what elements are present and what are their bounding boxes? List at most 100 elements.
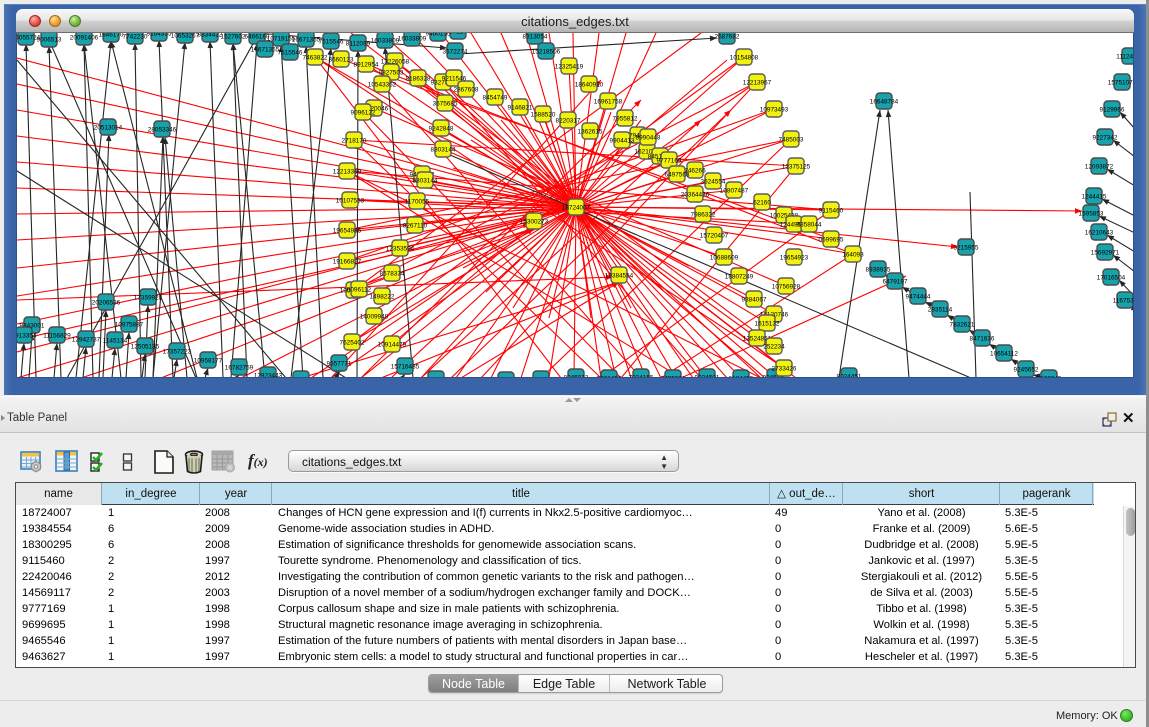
- svg-text:15716485: 15716485: [391, 363, 420, 370]
- svg-text:12093872: 12093872: [1085, 163, 1114, 170]
- svg-text:10914479: 10914479: [378, 341, 407, 348]
- svg-text:1167534: 1167534: [1113, 297, 1134, 304]
- svg-text:16210643: 16210643: [1085, 229, 1114, 236]
- svg-text:10756928: 10756928: [772, 283, 801, 290]
- svg-text:7986322: 7986322: [691, 211, 716, 218]
- svg-text:9031455: 9031455: [597, 375, 622, 378]
- svg-text:8578334: 8578334: [380, 270, 405, 277]
- svg-text:16671355: 16671355: [251, 46, 280, 53]
- svg-text:10688609: 10688609: [710, 254, 739, 261]
- svg-text:7485003: 7485003: [779, 136, 804, 143]
- svg-text:17357223: 17357223: [163, 348, 192, 355]
- svg-text:0699695: 0699695: [819, 236, 844, 243]
- svg-text:7625402: 7625402: [340, 339, 365, 346]
- svg-text:15300273: 15300273: [520, 218, 549, 225]
- svg-text:3215955: 3215955: [954, 244, 979, 251]
- svg-text:18724007: 18724007: [562, 204, 591, 211]
- svg-text:9827503: 9827503: [379, 69, 404, 76]
- svg-text:8660123: 8660123: [329, 56, 354, 63]
- svg-text:9133045: 9133045: [1037, 375, 1062, 378]
- svg-text:1646170: 1646170: [99, 33, 124, 38]
- svg-text:16033809: 16033809: [371, 37, 400, 44]
- svg-text:6479197: 6479197: [883, 278, 908, 285]
- svg-text:9096112: 9096112: [347, 286, 372, 293]
- svg-text:3913354: 3913354: [17, 332, 37, 339]
- svg-text:10653267: 10653267: [171, 33, 200, 39]
- svg-text:8245012: 8245012: [564, 374, 589, 378]
- svg-text:1244415: 1244415: [1082, 193, 1107, 200]
- svg-text:8471636: 8471636: [970, 335, 995, 342]
- svg-text:10958177: 10958177: [194, 357, 223, 364]
- svg-text:10975887: 10975887: [115, 321, 144, 328]
- svg-text:9096122: 9096122: [351, 109, 376, 116]
- svg-text:19384554: 19384554: [605, 272, 634, 279]
- svg-text:9006513: 9006513: [37, 36, 62, 43]
- svg-text:2935114: 2935114: [928, 306, 953, 313]
- svg-text:9227342: 9227342: [1093, 134, 1118, 141]
- svg-text:10154808: 10154808: [730, 54, 759, 61]
- svg-text:9311450: 9311450: [529, 376, 554, 378]
- svg-text:9657771: 9657771: [327, 360, 352, 367]
- svg-text:9474444: 9474444: [906, 293, 931, 300]
- svg-text:164093: 164093: [842, 251, 864, 258]
- svg-text:28053346: 28053346: [148, 126, 177, 133]
- svg-text:2718170: 2718170: [342, 137, 367, 144]
- svg-text:15692971: 15692971: [1091, 249, 1120, 256]
- svg-text:15720407: 15720407: [700, 232, 729, 239]
- svg-text:9904413: 9904413: [610, 137, 635, 144]
- svg-text:8454749: 8454749: [483, 94, 508, 101]
- svg-text:1498222: 1498222: [370, 293, 395, 300]
- svg-text:1527602: 1527602: [221, 33, 246, 40]
- svg-text:18640910: 18640910: [575, 81, 604, 88]
- svg-text:16961758: 16961758: [594, 98, 623, 105]
- svg-text:20364436: 20364436: [681, 191, 710, 198]
- svg-text:8024451: 8024451: [837, 373, 862, 378]
- svg-text:19654985: 19654985: [333, 227, 362, 234]
- svg-text:8938935: 8938935: [866, 266, 891, 273]
- svg-text:8313054: 8313054: [523, 33, 548, 40]
- svg-text:12353594: 12353594: [386, 245, 415, 252]
- svg-text:19654923: 19654923: [780, 254, 809, 261]
- svg-text:20091406: 20091406: [70, 34, 99, 41]
- svg-text:9129966: 9129966: [1100, 106, 1125, 113]
- svg-text:18807249: 18807249: [725, 273, 754, 280]
- svg-text:9777169: 9777169: [657, 157, 682, 164]
- svg-text:2733426: 2733426: [772, 365, 797, 372]
- svg-text:10973493: 10973493: [760, 106, 789, 113]
- svg-text:8912954: 8912954: [354, 61, 379, 68]
- svg-text:16648784: 16648784: [870, 98, 899, 105]
- svg-text:7955812: 7955812: [613, 115, 638, 122]
- svg-text:12375125: 12375125: [782, 163, 811, 170]
- svg-text:8186328: 8186328: [406, 75, 431, 82]
- svg-text:15218506: 15218506: [532, 48, 561, 55]
- svg-text:9245052: 9245052: [289, 376, 314, 378]
- svg-text:7515546: 7515546: [319, 38, 344, 45]
- svg-text:17016504: 17016504: [1097, 274, 1126, 281]
- svg-text:8455061: 8455061: [661, 375, 686, 378]
- svg-text:10107553: 10107553: [336, 197, 365, 204]
- svg-text:16671355: 16671355: [292, 36, 321, 43]
- svg-text:7463822: 7463822: [303, 54, 328, 61]
- svg-text:8990448: 8990448: [636, 134, 661, 141]
- svg-text:17359928: 17359928: [134, 294, 163, 301]
- svg-text:8220317: 8220317: [556, 117, 581, 124]
- svg-text:9242848: 9242848: [429, 125, 454, 132]
- svg-text:11156829: 11156829: [43, 332, 71, 339]
- svg-text:9024511: 9024511: [424, 376, 449, 378]
- svg-text:20206536: 20206536: [92, 299, 121, 306]
- svg-text:19166827: 19166827: [333, 258, 362, 265]
- svg-text:10654112: 10654112: [990, 350, 1018, 357]
- svg-text:11124503: 11124503: [1116, 53, 1134, 60]
- svg-text:12942737: 12942737: [72, 336, 101, 343]
- svg-text:1595853: 1595853: [1079, 210, 1104, 217]
- svg-text:1145134: 1145134: [103, 337, 128, 344]
- svg-text:7742230: 7742230: [123, 33, 148, 40]
- svg-text:1588520: 1588520: [531, 111, 556, 118]
- svg-text:252234: 252234: [763, 343, 785, 350]
- svg-text:7832621: 7832621: [950, 321, 975, 328]
- svg-text:1170055: 1170055: [405, 198, 430, 205]
- svg-text:10543362: 10543362: [368, 81, 397, 88]
- svg-text:9384067: 9384067: [742, 296, 767, 303]
- svg-text:12213967: 12213967: [743, 79, 772, 86]
- svg-text:1615132: 1615132: [755, 320, 780, 327]
